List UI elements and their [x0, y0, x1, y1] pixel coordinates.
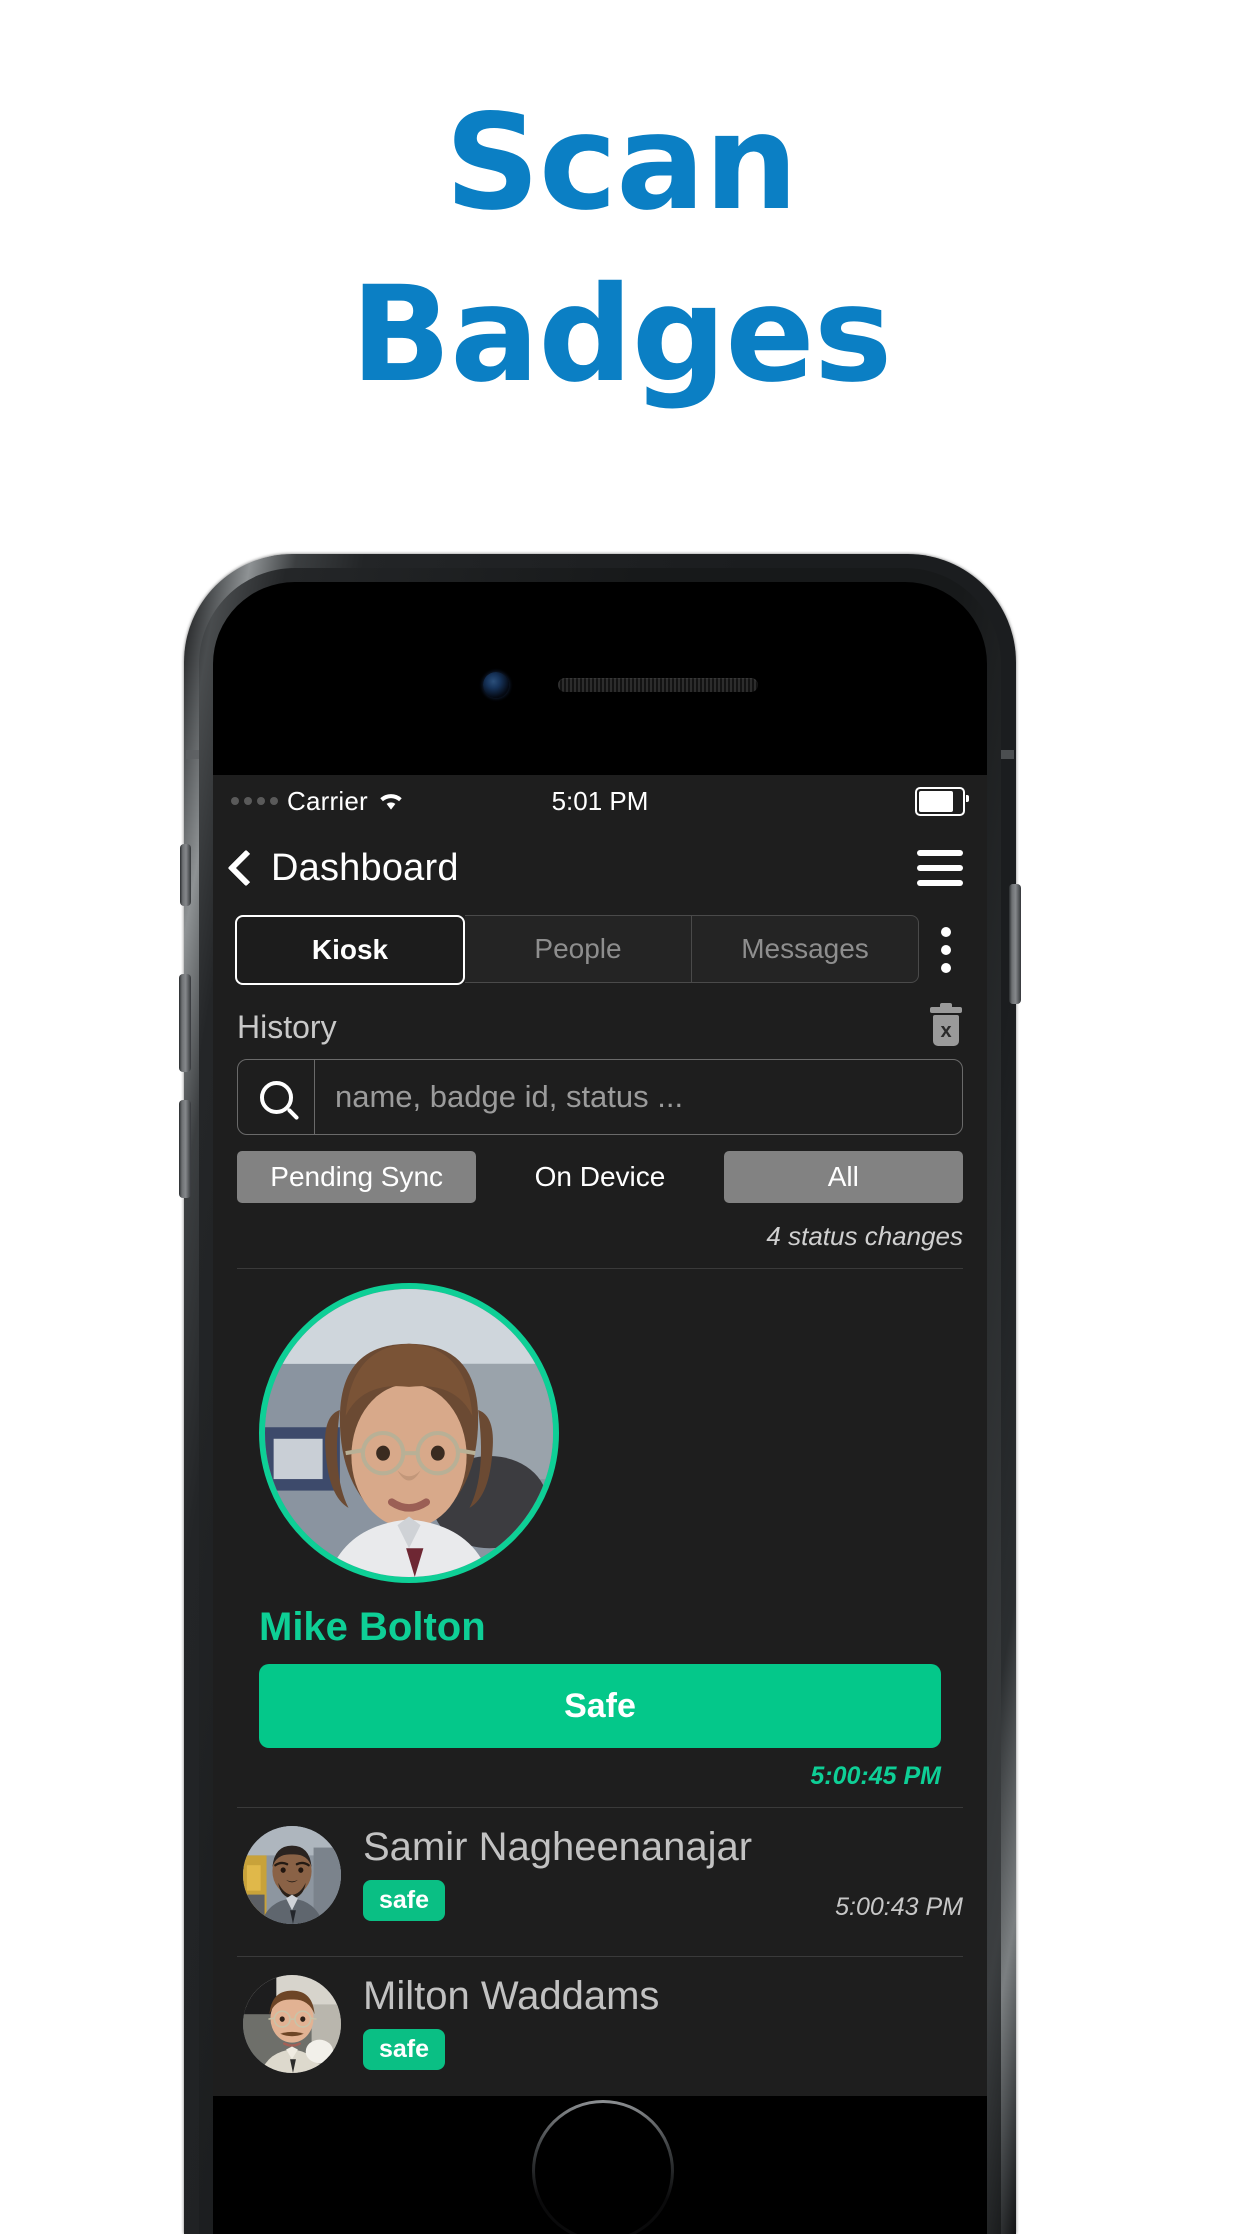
status-badge: safe: [363, 1880, 446, 1921]
hamburger-menu-icon[interactable]: [917, 850, 963, 886]
back-button[interactable]: Dashboard: [227, 846, 459, 890]
tab-messages[interactable]: Messages: [692, 915, 919, 983]
battery-icon: [915, 786, 969, 816]
ringer-switch[interactable]: [180, 844, 191, 906]
earpiece-speaker: [558, 678, 758, 692]
featured-entry-name: Mike Bolton: [259, 1605, 486, 1649]
app-screen: Carrier 5:01 PM Dashboard Kiosk People M…: [213, 775, 987, 2096]
avatar-image-samir: [243, 1826, 341, 1924]
avatar: [259, 1283, 559, 1583]
search-input[interactable]: [315, 1060, 962, 1134]
status-bar-left: Carrier: [231, 786, 405, 817]
page-title-line-1: Scan: [444, 86, 798, 240]
trash-x-glyph: x: [933, 1015, 959, 1046]
filter-all[interactable]: All: [723, 1151, 963, 1203]
avatar: [243, 1975, 341, 2073]
tab-people[interactable]: People: [465, 915, 692, 983]
avatar: [243, 1826, 341, 1924]
status-badge: safe: [363, 2029, 446, 2070]
page-title-line-2: Badges: [350, 257, 893, 412]
search-icon-container: [238, 1060, 315, 1134]
list-item-name: Milton Waddams: [363, 1974, 660, 2018]
history-label: History: [237, 1008, 337, 1045]
list-item-time: 5:00:43 PM: [835, 1893, 963, 1921]
power-button[interactable]: [1009, 884, 1021, 1004]
filter-button-group: Pending Sync On Device All: [237, 1151, 963, 1203]
avatar-image-milton: [243, 1975, 341, 2073]
signal-dots-icon: [231, 797, 278, 805]
list-item-name: Samir Nagheenanajar: [363, 1825, 753, 1869]
search-bar[interactable]: [237, 1059, 963, 1135]
volume-up-button[interactable]: [179, 974, 191, 1072]
carrier-label: Carrier: [287, 785, 368, 816]
wifi-icon: [380, 794, 402, 810]
featured-entry-card[interactable]: Mike Bolton Safe 5:00:45 PM: [213, 1269, 987, 1791]
featured-status-button[interactable]: Safe: [259, 1664, 941, 1748]
status-bar: Carrier 5:01 PM: [213, 775, 987, 827]
filter-on-device[interactable]: On Device: [480, 1151, 719, 1203]
trash-delete-icon[interactable]: x: [929, 1003, 963, 1047]
tab-kiosk[interactable]: Kiosk: [235, 915, 465, 985]
kebab-menu-icon[interactable]: [919, 915, 973, 985]
list-item[interactable]: Milton Waddams safe: [213, 1957, 987, 2089]
filter-pending-sync[interactable]: Pending Sync: [237, 1151, 477, 1203]
back-button-label: Dashboard: [271, 846, 459, 889]
antenna-band-right: [1001, 750, 1014, 759]
front-camera-icon: [483, 672, 509, 698]
status-change-count: 4 status changes: [766, 1221, 963, 1251]
status-bar-right: [915, 786, 969, 816]
featured-entry-time: 5:00:45 PM: [810, 1762, 941, 1790]
list-item-content: Milton Waddams safe: [363, 1975, 963, 2070]
avatar-image-mike: [265, 1289, 553, 1577]
search-icon: [259, 1080, 293, 1114]
antenna-band-left: [186, 750, 199, 759]
segmented-control: Kiosk People Messages: [213, 909, 987, 985]
list-item[interactable]: Samir Nagheenanajar safe 5:00:43 PM: [213, 1808, 987, 1940]
page-title: Scan Badges: [0, 78, 1242, 421]
home-button[interactable]: [532, 2100, 674, 2234]
chevron-left-icon: [227, 849, 265, 887]
volume-down-button[interactable]: [179, 1100, 191, 1198]
history-header: History x: [213, 985, 987, 1055]
navigation-bar: Dashboard: [213, 827, 987, 909]
phone-mockup: Carrier 5:01 PM Dashboard Kiosk People M…: [179, 554, 1021, 2234]
